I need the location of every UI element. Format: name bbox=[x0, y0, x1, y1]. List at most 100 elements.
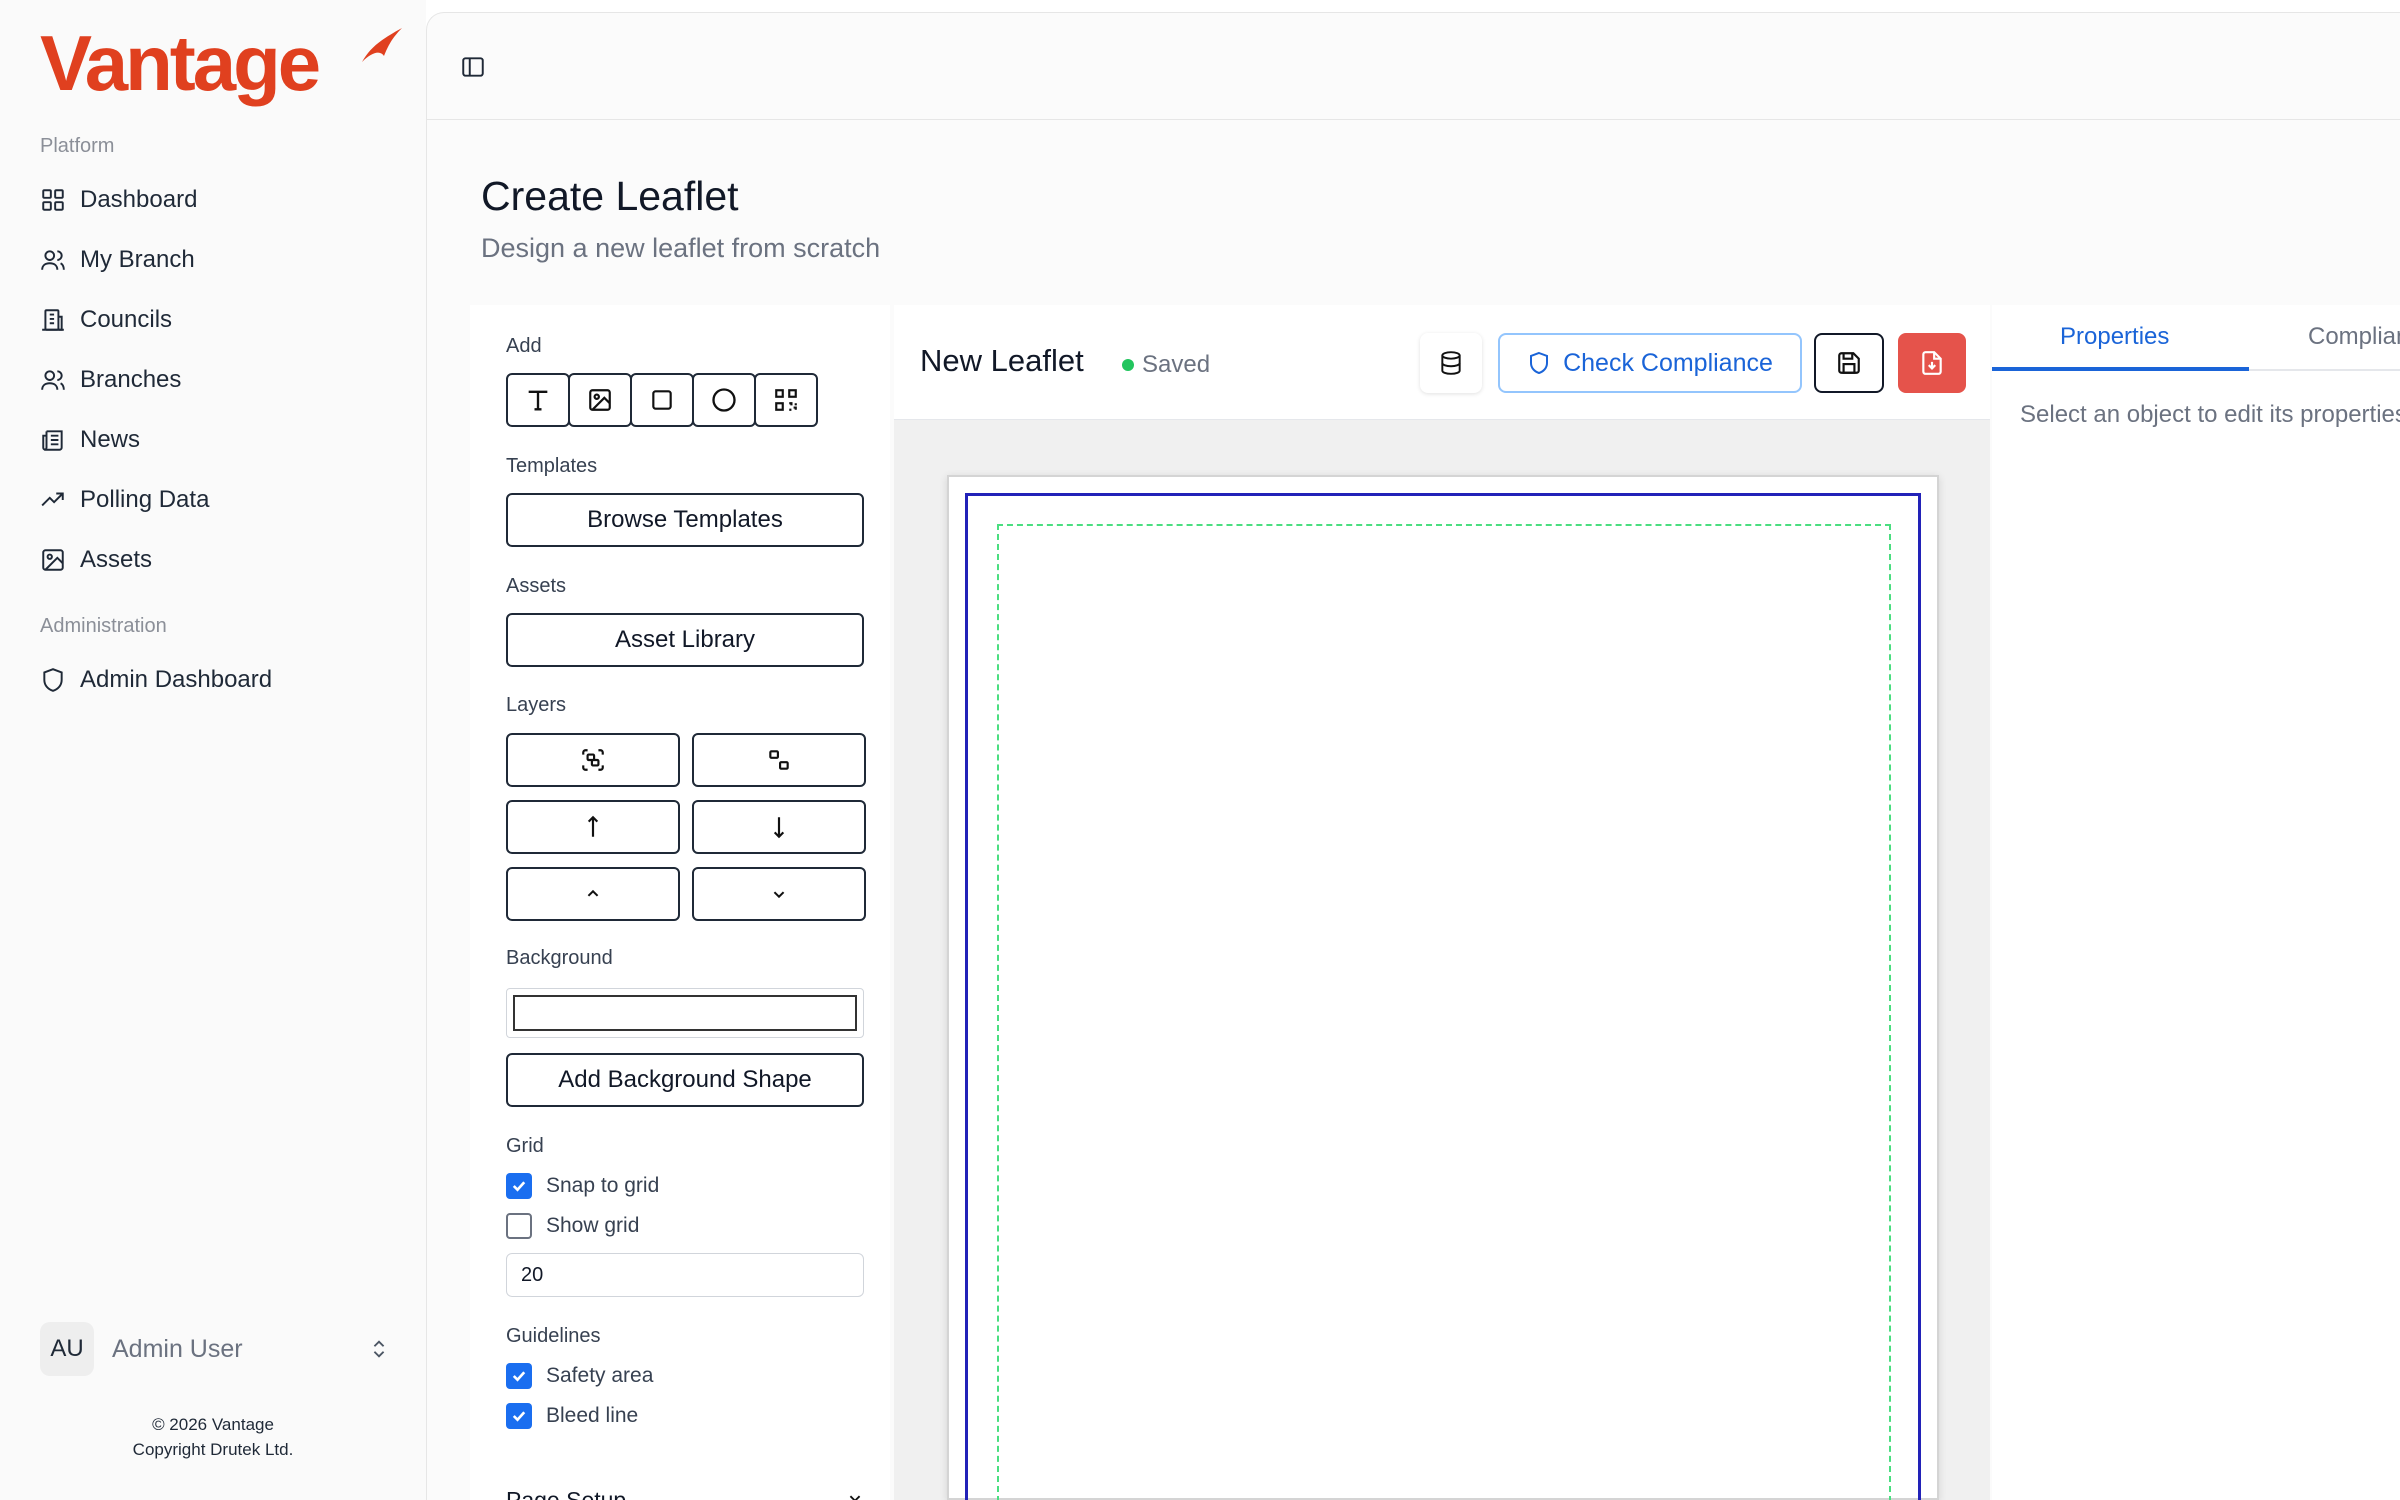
circle-icon bbox=[712, 388, 736, 412]
add-text-button[interactable] bbox=[506, 373, 570, 427]
file-download-icon bbox=[1922, 351, 1942, 375]
sidebar-item-my-branch[interactable]: My Branch bbox=[40, 236, 400, 284]
guidelines-label: Guidelines bbox=[506, 1325, 601, 1347]
layers-label: Layers bbox=[506, 694, 567, 716]
page-setup-header[interactable]: Page Setup bbox=[506, 1483, 868, 1500]
add-rectangle-button[interactable] bbox=[630, 373, 694, 427]
database-icon bbox=[1441, 351, 1461, 375]
footer-copyright: © 2026 Vantage bbox=[152, 1415, 274, 1434]
chevron-down-icon bbox=[849, 1495, 861, 1500]
sidebar-item-label: Councils bbox=[80, 306, 173, 333]
add-label: Add bbox=[506, 335, 542, 357]
sidebar-item-label: My Branch bbox=[80, 246, 195, 273]
move-up-button[interactable] bbox=[506, 867, 680, 921]
tab-properties[interactable]: Properties bbox=[2060, 323, 2169, 351]
newspaper-icon bbox=[42, 430, 63, 451]
nav-section-administration: Administration bbox=[40, 615, 167, 637]
vantage-logo[interactable]: Vantage bbox=[40, 18, 402, 109]
sidebar-item-admin-dashboard[interactable]: Admin Dashboard bbox=[40, 656, 400, 704]
move-down-button[interactable] bbox=[692, 867, 866, 921]
panel-left-icon bbox=[462, 57, 484, 77]
check-icon bbox=[512, 1181, 526, 1192]
safety-area-guide bbox=[997, 524, 1891, 1500]
bleed-line-toggle[interactable]: Bleed line bbox=[506, 1402, 638, 1430]
background-label: Background bbox=[506, 947, 613, 969]
check-compliance-button[interactable]: Check Compliance bbox=[1498, 333, 1802, 393]
qr-code-icon bbox=[775, 389, 797, 411]
safety-area-toggle[interactable]: Safety area bbox=[506, 1362, 653, 1390]
data-source-button[interactable] bbox=[1420, 333, 1482, 393]
show-grid-label: Show grid bbox=[546, 1214, 640, 1237]
arrow-down-icon bbox=[773, 817, 785, 839]
properties-tabs: Properties Compliance bbox=[1992, 305, 2400, 371]
active-tab-indicator bbox=[1992, 367, 2249, 371]
sidebar-item-councils[interactable]: Councils bbox=[40, 296, 400, 344]
assets-label: Assets bbox=[506, 575, 567, 597]
sidebar-item-label: Branches bbox=[80, 366, 182, 393]
footer-company: Copyright Drutek Ltd. bbox=[132, 1440, 294, 1459]
check-icon bbox=[512, 1371, 526, 1382]
send-to-back-button[interactable] bbox=[692, 800, 866, 854]
grid-label: Grid bbox=[506, 1135, 544, 1157]
show-grid-checkbox[interactable] bbox=[506, 1213, 532, 1239]
save-icon bbox=[1838, 352, 1860, 374]
add-qr-code-button[interactable] bbox=[754, 373, 818, 427]
sidebar-toggle-button[interactable] bbox=[457, 51, 489, 83]
add-circle-button[interactable] bbox=[692, 373, 756, 427]
users-icon bbox=[41, 250, 65, 270]
sidebar-item-polling-data[interactable]: Polling Data bbox=[40, 476, 400, 524]
safety-area-checkbox[interactable] bbox=[506, 1363, 532, 1389]
chevron-up-icon bbox=[587, 889, 599, 897]
save-button[interactable] bbox=[1814, 333, 1884, 393]
background-color-picker[interactable] bbox=[506, 988, 864, 1038]
grid-icon bbox=[42, 189, 64, 211]
arrow-up-icon bbox=[587, 815, 599, 837]
ungroup-button[interactable] bbox=[692, 733, 866, 787]
snap-to-grid-toggle[interactable]: Snap to grid bbox=[506, 1172, 659, 1200]
user-name: Admin User bbox=[112, 1334, 243, 1363]
check-icon bbox=[512, 1411, 526, 1422]
text-icon bbox=[528, 390, 548, 411]
sidebar-item-label: News bbox=[80, 426, 141, 453]
bleed-line-checkbox[interactable] bbox=[506, 1403, 532, 1429]
sidebar-item-branches[interactable]: Branches bbox=[40, 356, 400, 404]
browse-templates-button[interactable]: Browse Templates bbox=[506, 493, 864, 547]
leaflet-canvas[interactable] bbox=[947, 475, 1939, 1500]
sidebar-item-news[interactable]: News bbox=[40, 416, 400, 464]
snap-to-grid-checkbox[interactable] bbox=[506, 1173, 532, 1199]
document-name[interactable]: New Leaflet bbox=[920, 343, 1084, 379]
asset-library-button[interactable]: Asset Library bbox=[506, 613, 864, 667]
logo-text: Vantage bbox=[40, 19, 321, 107]
snap-to-grid-label: Snap to grid bbox=[546, 1174, 660, 1197]
users-icon bbox=[41, 370, 65, 390]
grid-size-input[interactable] bbox=[506, 1253, 864, 1297]
tools-panel: Add Templates Browse Templates Assets As… bbox=[470, 305, 890, 1500]
group-button[interactable] bbox=[506, 733, 680, 787]
image-icon bbox=[42, 549, 64, 571]
page-subtitle: Design a new leaflet from scratch bbox=[481, 233, 881, 263]
properties-empty-message: Select an object to edit its properties bbox=[2020, 401, 2400, 428]
building-icon bbox=[42, 309, 64, 331]
editor-header: New Leaflet Saved Check Compliance bbox=[894, 305, 1990, 420]
properties-panel: Properties Compliance Select an object t… bbox=[1992, 305, 2400, 1500]
sidebar-item-dashboard[interactable]: Dashboard bbox=[40, 176, 400, 224]
save-status-text: Saved bbox=[1142, 351, 1211, 378]
nav-section-platform: Platform bbox=[40, 135, 115, 157]
status-dot bbox=[1122, 359, 1134, 371]
trending-up-icon bbox=[41, 492, 64, 507]
bring-to-front-button[interactable] bbox=[506, 800, 680, 854]
square-icon bbox=[652, 390, 672, 410]
editor-area: New Leaflet Saved Check Compliance bbox=[894, 305, 1990, 1500]
add-image-button[interactable] bbox=[568, 373, 632, 427]
show-grid-toggle[interactable]: Show grid bbox=[506, 1212, 639, 1240]
add-background-shape-button[interactable]: Add Background Shape bbox=[506, 1053, 864, 1107]
tab-compliance[interactable]: Compliance bbox=[2308, 323, 2400, 351]
sidebar-item-label: Assets bbox=[80, 546, 153, 573]
user-menu[interactable]: AU Admin User bbox=[40, 1322, 390, 1376]
export-pdf-button[interactable] bbox=[1898, 333, 1966, 393]
top-bar bbox=[427, 13, 2400, 120]
footer: © 2026 Vantage Copyright Drutek Ltd. bbox=[0, 1412, 426, 1462]
background-color-swatch bbox=[513, 995, 857, 1031]
sidebar-item-assets[interactable]: Assets bbox=[40, 536, 400, 584]
chevrons-up-down-icon bbox=[373, 1340, 385, 1358]
